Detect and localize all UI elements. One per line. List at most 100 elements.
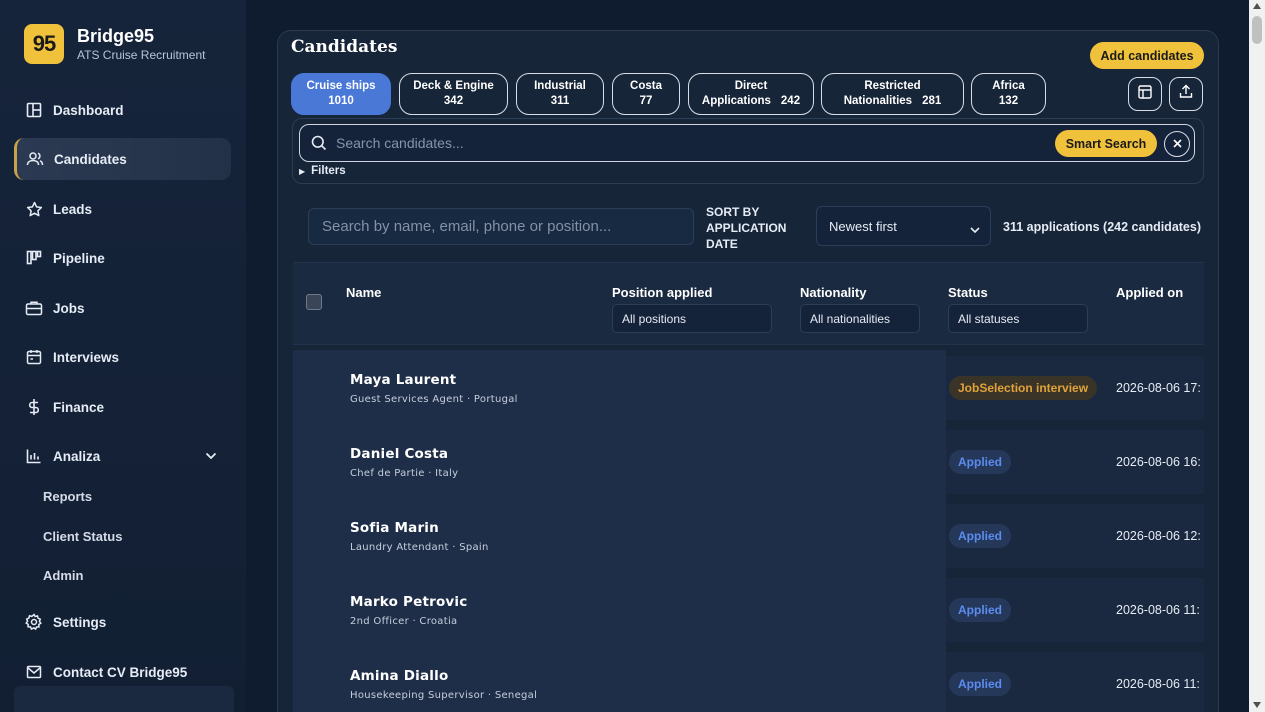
tab-industrial[interactable]: Industrial 311 xyxy=(516,73,604,115)
applied-date: 2026-08-06 16: xyxy=(1116,455,1201,469)
tab-restricted-nationalities[interactable]: Restricted Nationalities 281 xyxy=(821,73,964,115)
tab-label-line2: Applications xyxy=(701,95,771,107)
scroll-down-arrow-icon[interactable] xyxy=(1253,702,1261,708)
nationality-filter[interactable]: All nationalities xyxy=(800,304,920,333)
add-candidates-button[interactable]: Add candidates xyxy=(1090,42,1204,69)
dollar-icon xyxy=(25,398,43,416)
scrollbar-thumb[interactable] xyxy=(1252,16,1262,44)
sort-select[interactable]: Newest first xyxy=(816,206,991,246)
tab-count: 77 xyxy=(639,95,653,107)
sidebar-item-label: Interviews xyxy=(53,349,120,365)
status-badge: Applied xyxy=(949,450,1011,474)
tab-label: Africa xyxy=(992,80,1025,92)
status-badge: Applied xyxy=(949,598,1011,622)
chevron-down-icon[interactable] xyxy=(205,448,217,463)
users-icon xyxy=(26,150,44,168)
caret-right-icon: ▶ xyxy=(299,167,306,176)
status-filter[interactable]: All statuses xyxy=(948,304,1088,333)
filters-label: Filters xyxy=(311,165,346,177)
page-scrollbar[interactable] xyxy=(1249,0,1265,712)
star-icon xyxy=(25,200,43,218)
columns-button[interactable] xyxy=(1128,77,1162,111)
tab-deck-engine[interactable]: Deck & Engine 342 xyxy=(399,73,508,115)
search-input[interactable] xyxy=(336,125,1036,160)
candidate-subtitle: Chef de Partie · Italy xyxy=(350,468,459,479)
sidebar-item-client-status[interactable]: Client Status xyxy=(43,529,122,544)
sidebar-item-finance[interactable]: Finance xyxy=(14,386,231,428)
tab-count: 132 xyxy=(998,95,1019,107)
sidebar-item-dashboard[interactable]: Dashboard xyxy=(14,89,231,131)
name-search-input[interactable] xyxy=(308,208,694,245)
tab-label: Cruise ships xyxy=(306,80,376,92)
sidebar-item-interviews[interactable]: Interviews xyxy=(14,336,231,378)
tab-label: Industrial xyxy=(534,80,586,92)
column-header-status[interactable]: Status xyxy=(948,285,988,300)
export-button[interactable] xyxy=(1169,77,1203,111)
scroll-up-arrow-icon[interactable] xyxy=(1253,3,1261,9)
column-header-applied[interactable]: Applied on xyxy=(1116,285,1183,300)
tab-count: 311 xyxy=(550,95,570,107)
candidate-name[interactable]: Marko Petrovic xyxy=(350,594,467,610)
sidebar-item-settings[interactable]: Settings xyxy=(14,601,231,643)
clear-search-button[interactable] xyxy=(1164,131,1190,157)
tab-direct-applications[interactable]: Direct Applications 242 xyxy=(688,73,814,115)
tab-label: Restricted xyxy=(864,80,921,92)
brand-logo: 95 xyxy=(24,24,64,64)
sidebar-item-label: Dashboard xyxy=(53,102,124,118)
tab-label: Costa xyxy=(630,80,662,92)
candidate-name[interactable]: Daniel Costa xyxy=(350,446,448,462)
candidate-name[interactable]: Sofia Marin xyxy=(350,520,439,536)
sidebar-footer xyxy=(14,686,234,712)
brand-subtitle: ATS Cruise Recruitment xyxy=(77,48,206,62)
sidebar-item-leads[interactable]: Leads xyxy=(14,188,231,230)
search-icon xyxy=(311,135,327,156)
sidebar-item-label: Analiza xyxy=(53,448,101,464)
mail-icon xyxy=(25,663,43,681)
sidebar-item-label: Finance xyxy=(53,399,105,415)
sidebar-item-label: Candidates xyxy=(54,151,127,167)
sidebar: 95 Bridge95 ATS Cruise Recruitment Dashb… xyxy=(0,0,246,712)
page-title: Candidates xyxy=(291,37,398,57)
candidate-subtitle: Housekeeping Supervisor · Senegal xyxy=(350,690,538,701)
brand[interactable]: 95 Bridge95 ATS Cruise Recruitment xyxy=(24,24,205,64)
tab-count: 1010 xyxy=(328,95,354,107)
briefcase-icon xyxy=(25,299,43,317)
status-badge: Applied xyxy=(949,672,1011,696)
sidebar-item-reports[interactable]: Reports xyxy=(43,489,92,504)
sidebar-item-jobs[interactable]: Jobs xyxy=(14,287,231,329)
sidebar-item-analiza[interactable]: Analiza xyxy=(14,435,231,477)
bar-chart-icon xyxy=(25,447,43,465)
candidate-subtitle: Laundry Attendant · Spain xyxy=(350,542,489,553)
select-all-checkbox[interactable] xyxy=(306,294,322,310)
sidebar-item-admin[interactable]: Admin xyxy=(43,568,83,583)
status-badge: Applied xyxy=(949,524,1011,548)
sort-label: SORT BY APPLICATION DATE xyxy=(706,205,787,251)
column-header-name[interactable]: Name xyxy=(346,285,381,300)
dashboard-icon xyxy=(25,101,43,119)
calendar-icon xyxy=(25,348,43,366)
candidate-name[interactable]: Maya Laurent xyxy=(350,372,456,388)
kanban-icon xyxy=(25,249,43,267)
candidate-subtitle: 2nd Officer · Croatia xyxy=(350,616,458,627)
sidebar-item-pipeline[interactable]: Pipeline xyxy=(14,237,231,279)
column-header-nationality[interactable]: Nationality xyxy=(800,285,866,300)
close-icon xyxy=(1172,135,1182,153)
position-filter[interactable]: All positions xyxy=(612,304,772,333)
table-columns-icon xyxy=(1138,84,1152,104)
tab-label-line2: Nationalities xyxy=(843,95,913,107)
status-badge: JobSelection interview xyxy=(949,376,1098,400)
filters-toggle[interactable]: ▶ Filters xyxy=(299,165,346,177)
column-header-position[interactable]: Position applied xyxy=(612,285,712,300)
sidebar-item-candidates[interactable]: Candidates xyxy=(14,138,231,180)
tab-africa[interactable]: Africa 132 xyxy=(971,73,1046,115)
tab-label: Deck & Engine xyxy=(413,80,494,92)
tab-label: Direct xyxy=(734,80,768,92)
candidate-name[interactable]: Amina Diallo xyxy=(350,668,448,684)
sidebar-item-label: Pipeline xyxy=(53,250,105,266)
chevron-down-icon xyxy=(970,222,980,237)
smart-search-button[interactable]: Smart Search xyxy=(1055,130,1157,157)
gear-icon xyxy=(25,613,43,631)
tab-cruise-ships[interactable]: Cruise ships 1010 xyxy=(291,73,391,115)
tab-costa[interactable]: Costa 77 xyxy=(612,73,680,115)
applied-date: 2026-08-06 11: xyxy=(1116,677,1200,691)
